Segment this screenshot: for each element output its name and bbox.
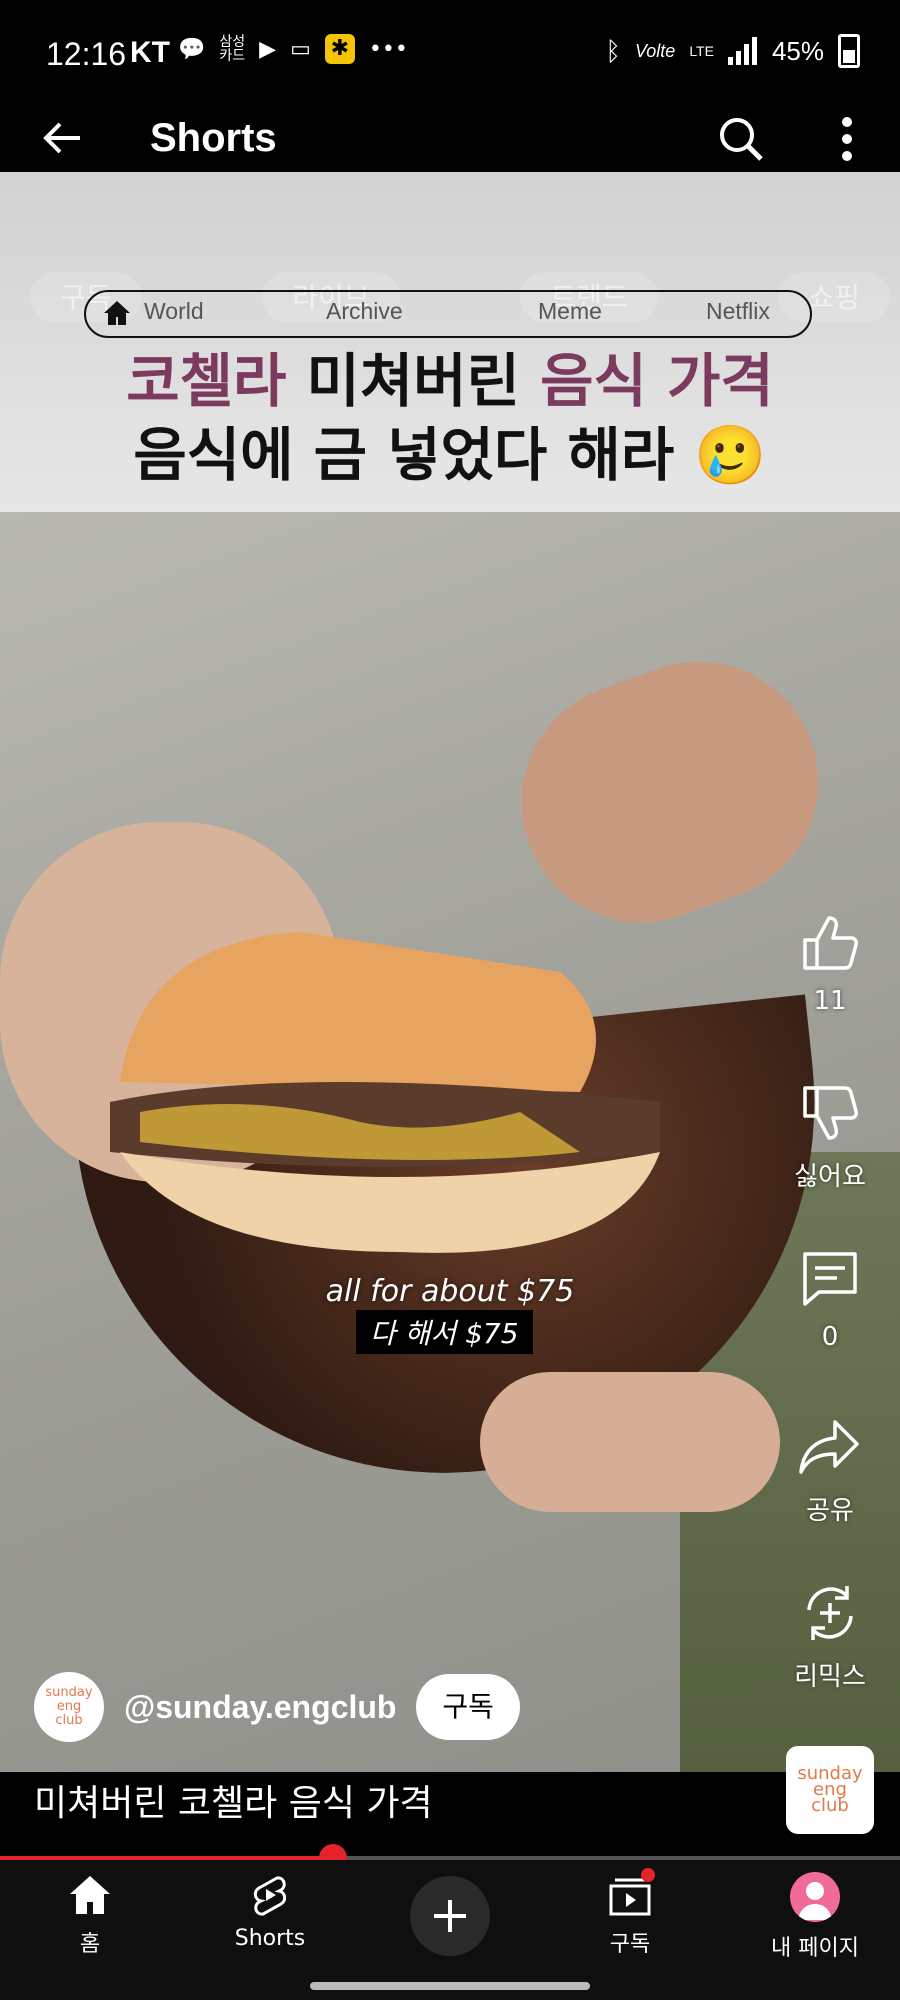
talk-icon: 💬 [178,36,206,62]
headline-word: 코첼라 [126,347,287,415]
comments-button[interactable]: 0 [790,1246,870,1352]
video-banner: 구독 라이브 트렌드 쇼핑 World Archive Meme Netflix… [0,172,900,512]
shorts-icon [253,1876,287,1916]
dislike-button[interactable]: 싫어요 [790,1080,870,1193]
headline-line-1: 코첼라 미쳐버린 음식 가격 [0,344,900,418]
pill-tab: World [144,298,204,324]
channel-row: sunday eng club @sunday.engclub 구독 [34,1672,520,1742]
pill-tab-row: World Archive Meme Netflix [84,290,812,338]
burger-image [110,932,660,1253]
headline-word: 미쳐버린 [286,347,541,415]
lte-label: LTE [689,43,714,59]
nav-home-label: 홈 [79,1932,101,1957]
hand [480,1372,780,1512]
home-icon [104,301,130,325]
nav-shorts[interactable]: Shorts [200,1872,340,1951]
bluetooth-icon: ᛒ [605,35,621,66]
app-bar: Shorts [0,110,900,172]
profile-avatar [790,1872,840,1922]
notification-dot [641,1868,655,1882]
sound-thumbnail[interactable]: sunday eng club [786,1746,874,1834]
subscribe-button[interactable]: 구독 [416,1674,520,1740]
nav-shorts-label: Shorts [234,1926,306,1951]
nav-subscriptions[interactable]: 구독 [560,1868,700,1958]
battery-percent: 45% [771,35,824,66]
status-time: 12:16 [46,36,127,72]
play-icon: ▶ [259,36,277,62]
bottom-nav: 홈 Shorts 구독 내 페이지 [0,1860,900,2000]
comment-count: 0 [821,1322,839,1352]
share-arrow-icon [799,1420,859,1474]
gesture-bar[interactable] [310,1982,590,1990]
pill-tab: Netflix [706,298,770,324]
english-caption: all for about $75 [325,1274,575,1309]
remix-icon [807,1586,853,1640]
short-video[interactable]: 구독 라이브 트렌드 쇼핑 World Archive Meme Netflix… [0,172,900,1772]
short-title-bar: 미쳐버린 코첼라 음식 가격 [0,1772,900,1858]
avatar-logo-text: sunday eng club [45,1685,93,1728]
channel-avatar[interactable]: sunday eng club [34,1672,104,1742]
samsung-card-label: 삼성 카드 [219,34,246,64]
sound-logo-text: sunday eng club [797,1763,863,1816]
short-title[interactable]: 미쳐버린 코첼라 음식 가격 [34,1774,433,1826]
plus-icon [434,1900,466,1932]
like-button[interactable]: 11 [790,910,870,1016]
comment-icon [803,1252,857,1306]
card-icon: ▭ [290,36,311,62]
channel-handle[interactable]: @sunday.engclub [124,1689,396,1726]
more-notifications-icon: ••• [368,36,408,62]
nav-my-page-label: 내 페이지 [771,1936,859,1961]
remix-button[interactable]: 리믹스 [790,1580,870,1693]
signal-icon [727,37,757,65]
volte-label: Volte [634,40,676,61]
like-count: 11 [813,986,847,1016]
nav-my-page[interactable]: 내 페이지 [745,1872,885,1962]
nav-subscriptions-label: 구독 [609,1932,651,1957]
create-button[interactable] [410,1876,490,1956]
pill-tab: Meme [538,298,602,324]
home-icon [70,1876,110,1914]
kb-app-icon: ✱ [324,34,355,64]
nav-home[interactable]: 홈 [20,1872,160,1958]
back-arrow-icon[interactable] [40,116,84,160]
thumbs-down-icon [803,1086,858,1140]
search-icon[interactable] [718,116,764,162]
notification-icons: 💬 삼성 카드 ▶ ▭ ✱ ••• [172,34,408,64]
share-label: 공유 [806,1496,854,1526]
status-bar: 12:16 KT 💬 삼성 카드 ▶ ▭ ✱ ••• ᛒ Volte LTE 4… [0,0,900,110]
dislike-label: 싫어요 [794,1162,866,1192]
headline-line-2: 음식에 금 넣었다 해라 🥲 [133,421,767,489]
video-headline: 코첼라 미쳐버린 음식 가격 음식에 금 넣었다 해라 🥲 [0,344,900,492]
pill-tab: Archive [326,298,403,324]
remix-label: 리믹스 [794,1662,866,1692]
thumbs-up-icon [803,916,858,970]
carrier-label: KT [130,36,170,69]
person-icon [798,1882,832,1920]
more-options-icon[interactable] [836,114,858,164]
headline-word: 음식 가격 [540,347,774,415]
page-title: Shorts [150,116,277,160]
system-icons: ᛒ Volte LTE 45% [605,34,860,68]
korean-caption: 다 해서 $75 [356,1310,533,1354]
battery-icon [838,34,860,68]
share-button[interactable]: 공유 [790,1414,870,1527]
